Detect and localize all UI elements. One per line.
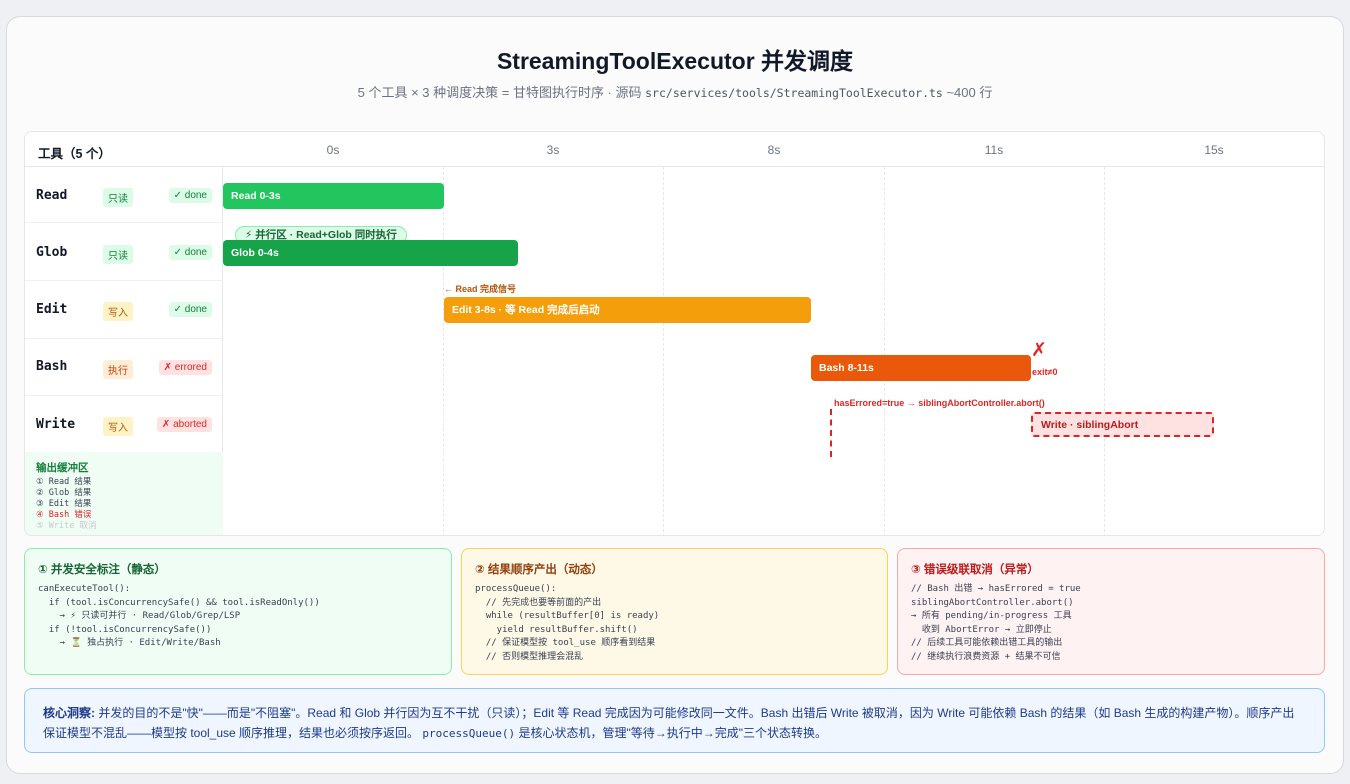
buffer-title: 输出缓冲区 — [36, 462, 89, 474]
tool-tag: 写入 — [103, 302, 133, 321]
read-done-signal: ← Read 完成信号 — [444, 284, 517, 294]
panel-title: ② 结果顺序产出（动态） — [475, 564, 603, 576]
tool-row-write: Write 写入 ✗ aborted — [25, 396, 223, 452]
bar-edit: Edit 3-8s · 等 Read 完成后启动 — [444, 297, 811, 323]
tool-name: Write — [36, 417, 76, 432]
tool-tag: 只读 — [103, 245, 133, 264]
tool-tag: 写入 — [103, 417, 133, 436]
status-badge: ✓ done — [168, 188, 212, 203]
status-badge: ✓ done — [168, 245, 212, 260]
tool-name: Edit — [36, 302, 68, 317]
buffer-line: ⑤ Write 取消 — [36, 521, 97, 531]
bar-write: Write · siblingAbort — [1031, 412, 1214, 437]
tools-column-header: 工具（5 个） — [38, 147, 111, 161]
bar-read: Read 0-3s — [223, 183, 444, 209]
tool-name: Read — [36, 188, 68, 203]
abort-signal-label: hasErrored=true → siblingAbortController… — [834, 398, 1045, 408]
panel-error-cascade: ③ 错误级联取消（异常） // Bash 出错 → hasErrored = t… — [897, 548, 1325, 675]
insight-text-end: 是核心状态机，管理"等待→执行中→完成"三个状态转换。 — [518, 726, 827, 740]
grid-line — [663, 167, 664, 535]
insight-label: 核心洞察: — [43, 706, 95, 720]
panel-title: ① 并发安全标注（静态） — [38, 564, 166, 576]
tick-15s: 15s — [1204, 143, 1224, 157]
tool-name: Bash — [36, 359, 68, 374]
tool-row-read: Read 只读 ✓ done — [25, 167, 223, 223]
tick-3s: 3s — [546, 143, 560, 157]
output-buffer: 输出缓冲区 ① Read 结果 ② Glob 结果 ③ Edit 结果 ④ Ba… — [25, 452, 223, 535]
tool-name: Glob — [36, 245, 68, 260]
bar-bash: Bash 8-11s — [811, 355, 1031, 381]
subtitle-suffix: ~400 行 — [946, 85, 993, 100]
gantt-chart: 工具（5 个） 0s 3s 8s 11s 15s Read 只读 ✓ done … — [24, 131, 1325, 536]
status-badge: ✗ aborted — [156, 417, 212, 432]
tick-11s: 11s — [984, 143, 1004, 157]
status-badge: ✗ errored — [158, 360, 212, 375]
tool-tag: 执行 — [103, 360, 133, 379]
status-badge: ✓ done — [168, 302, 212, 317]
insight-code: processQueue() — [422, 727, 516, 740]
tool-row-glob: Glob 只读 ✓ done — [25, 223, 223, 281]
tool-row-edit: Edit 写入 ✓ done — [25, 281, 223, 339]
panel-concurrency-safety: ① 并发安全标注（静态） canExecuteTool(): if (tool.… — [24, 548, 452, 675]
subtitle-text: 5 个工具 × 3 种调度决策 = 甘特图执行时序 · 源码 — [357, 85, 642, 100]
core-insight: 核心洞察: 并发的目的不是"快"——而是"不阻塞"。Read 和 Glob 并行… — [24, 688, 1325, 753]
panel-code: processQueue(): // 先完成也要等前面的产出 while (re… — [475, 584, 660, 662]
tick-0s: 0s — [326, 143, 340, 157]
exit-code-label: exit≠0 — [1032, 367, 1058, 377]
tool-tag: 只读 — [103, 188, 133, 207]
grid-line — [884, 167, 885, 535]
panel-code: // Bash 出错 → hasErrored = true siblingAb… — [911, 584, 1081, 662]
panel-code: canExecuteTool(): if (tool.isConcurrency… — [38, 584, 320, 649]
grid-line — [443, 167, 444, 535]
abort-dashed-line — [830, 409, 832, 457]
panel-title: ③ 错误级联取消（异常） — [911, 564, 1039, 576]
gantt-header: 工具（5 个） 0s 3s 8s 11s 15s — [25, 132, 1324, 167]
source-path: src/services/tools/StreamingToolExecutor… — [645, 86, 943, 100]
panel-ordered-output: ② 结果顺序产出（动态） processQueue(): // 先完成也要等前面… — [461, 548, 888, 675]
page-title: StreamingToolExecutor 并发调度 — [496, 48, 854, 74]
bar-glob: Glob 0-4s — [223, 240, 518, 266]
page-subtitle: 5 个工具 × 3 种调度决策 = 甘特图执行时序 · 源码 src/servi… — [0, 82, 1350, 101]
error-x-icon: ✗ — [1031, 340, 1047, 361]
tool-row-bash: Bash 执行 ✗ errored — [25, 339, 223, 396]
tick-8s: 8s — [767, 143, 781, 157]
grid-line — [1104, 167, 1105, 535]
